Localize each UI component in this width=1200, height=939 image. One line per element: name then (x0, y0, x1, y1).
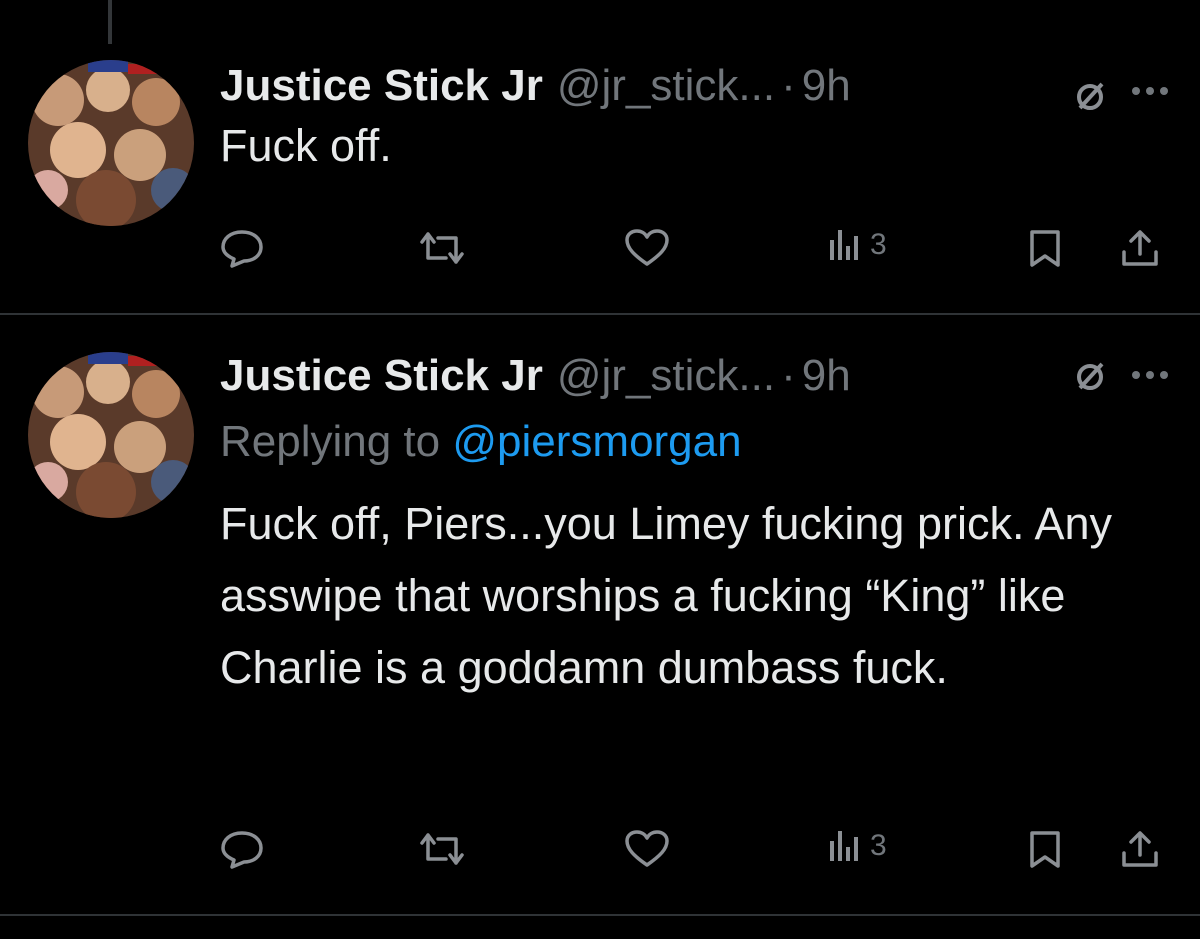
user-handle[interactable]: @jr_stick... (557, 351, 775, 401)
grok-icon[interactable] (1072, 358, 1108, 399)
views-button[interactable]: 3 (828, 228, 887, 262)
more-icon[interactable] (1130, 368, 1170, 387)
retweet-icon[interactable] (416, 829, 468, 869)
tweet-divider (0, 914, 1200, 916)
more-icon[interactable] (1130, 84, 1170, 103)
views-count: 3 (870, 228, 887, 261)
like-icon[interactable] (624, 228, 670, 268)
separator-dot: · (781, 351, 796, 400)
replying-to: Replying to @piersmorgan (220, 412, 1200, 472)
reply-icon[interactable] (220, 829, 264, 869)
like-icon[interactable] (624, 829, 670, 869)
avatar[interactable] (28, 352, 194, 518)
tweet-text: Fuck off, Piers...you Limey fucking pric… (220, 498, 1113, 693)
reply-icon[interactable] (220, 228, 264, 268)
views-icon (828, 829, 858, 863)
action-bar: 3 (220, 228, 1168, 268)
tweet-header: Justice Stick Jr @jr_stick... · 9h (220, 346, 1200, 406)
timestamp[interactable]: 9h (802, 61, 851, 111)
views-count: 3 (870, 829, 887, 862)
share-icon[interactable] (1120, 228, 1160, 268)
tweet-divider (0, 313, 1200, 315)
mention-link[interactable]: @piersmorgan (452, 417, 741, 466)
bookmark-icon[interactable] (1028, 228, 1062, 268)
grok-icon[interactable] (1072, 78, 1108, 119)
avatar[interactable] (28, 60, 194, 226)
tweet[interactable]: Justice Stick Jr @jr_stick... · 9h Fuck … (0, 0, 1200, 314)
action-bar: 3 (220, 829, 1168, 869)
tweet-header: Justice Stick Jr @jr_stick... · 9h (220, 56, 1200, 116)
display-name[interactable]: Justice Stick Jr (220, 351, 543, 401)
user-handle[interactable]: @jr_stick... (557, 61, 775, 111)
tweet[interactable]: Justice Stick Jr @jr_stick... · 9h Reply… (0, 316, 1200, 914)
display-name[interactable]: Justice Stick Jr (220, 61, 543, 111)
share-icon[interactable] (1120, 829, 1160, 869)
separator-dot: · (781, 61, 796, 110)
tweet-text: Fuck off. (220, 120, 392, 171)
bookmark-icon[interactable] (1028, 829, 1062, 869)
views-button[interactable]: 3 (828, 829, 887, 863)
replying-to-label: Replying to (220, 417, 441, 466)
views-icon (828, 228, 858, 262)
timestamp[interactable]: 9h (802, 351, 851, 401)
retweet-icon[interactable] (416, 228, 468, 268)
